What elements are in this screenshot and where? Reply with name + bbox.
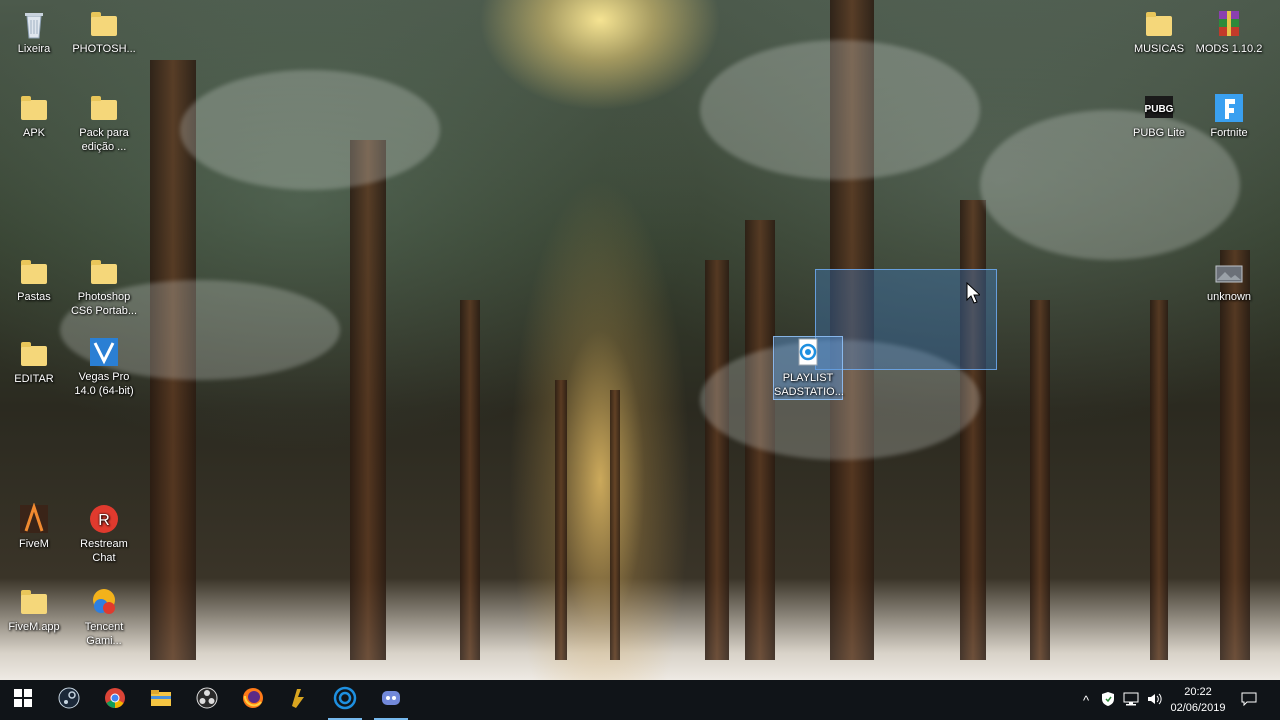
desktop-icon-label: MODS 1.10.2 <box>1195 43 1263 55</box>
svg-text:R: R <box>98 512 110 529</box>
obs-icon <box>195 686 219 715</box>
desktop-icon-pack-para-edicao[interactable]: Pack para edição ... <box>66 92 142 154</box>
desktop-wallpaper <box>0 0 1280 680</box>
desktop-icon-label: EDITAR <box>14 373 54 385</box>
svg-text:PUBG: PUBG <box>1145 104 1174 115</box>
desktop-icon-unknown[interactable]: unknown <box>1191 256 1267 304</box>
action-center-button[interactable] <box>1236 680 1262 720</box>
chrome-icon <box>103 686 127 715</box>
desktop-icon-label: Tencent Gami... <box>84 621 124 647</box>
desktop-icon-label: Pastas <box>17 291 51 303</box>
image-file-icon <box>1213 256 1245 288</box>
taskbar-blitz-button[interactable] <box>276 680 322 720</box>
recycle-bin-icon <box>18 8 50 40</box>
clock-time: 20:22 <box>1184 686 1212 698</box>
shield-icon <box>1101 691 1115 710</box>
desktop-icon-tencent-gaming[interactable]: Tencent Gami... <box>66 586 142 648</box>
desktop-icon-photoshop-folder[interactable]: PHOTOSH... <box>66 8 142 56</box>
playlist-app-icon <box>333 686 357 715</box>
desktop-icon-restream-chat[interactable]: R Restream Chat <box>66 503 142 565</box>
folder-icon <box>18 338 50 370</box>
desktop-icon-label: PLAYLIST SADSTATIO... <box>774 372 844 398</box>
playlist-file-icon <box>792 337 824 369</box>
fivem-icon <box>18 502 50 535</box>
taskbar-discord-button[interactable] <box>368 680 414 720</box>
steam-icon <box>57 686 81 715</box>
taskbar-obs-button[interactable] <box>184 680 230 720</box>
tray-overflow-chevron[interactable]: ^ <box>1076 680 1096 720</box>
desktop-icon-label: PHOTOSH... <box>72 43 136 55</box>
taskbar-firefox-button[interactable] <box>230 680 276 720</box>
vegas-pro-icon <box>88 336 120 368</box>
desktop-icon-mods[interactable]: MODS 1.10.2 <box>1191 8 1267 56</box>
file-explorer-icon <box>149 686 173 715</box>
pubg-lite-icon: PUBG <box>1143 92 1175 124</box>
desktop-icon-pubg-lite[interactable]: PUBG PUBG Lite <box>1121 92 1197 140</box>
desktop-icon-label: MUSICAS <box>1133 43 1185 55</box>
desktop-icon-label: Restream Chat <box>80 538 128 564</box>
desktop-icon-playlist-sadstation[interactable]: PLAYLIST SADSTATIO... <box>773 336 844 400</box>
desktop-icon-apk[interactable]: APK <box>0 92 72 140</box>
folder-icon <box>18 256 50 288</box>
start-button[interactable] <box>0 680 46 720</box>
desktop-icon-lixeira[interactable]: Lixeira <box>0 8 72 56</box>
restream-icon: R <box>88 503 120 535</box>
desktop-icon-label: Vegas Pro 14.0 (64-bit) <box>74 371 134 397</box>
folder-icon <box>88 256 120 288</box>
network-icon <box>1123 692 1139 709</box>
desktop-icon-label: FiveM <box>19 538 49 550</box>
desktop-icon-musicas[interactable]: MUSICAS <box>1121 8 1197 56</box>
taskbar-file-explorer-button[interactable] <box>138 680 184 720</box>
notification-icon <box>1241 692 1257 709</box>
desktop-icon-photoshop-cs6[interactable]: Photoshop CS6 Portab... <box>66 256 142 318</box>
folder-icon <box>88 8 120 40</box>
desktop-icon-fivem-app[interactable]: FiveM.app <box>0 586 72 634</box>
desktop-icon-vegas-pro[interactable]: Vegas Pro 14.0 (64-bit) <box>66 336 142 398</box>
folder-icon <box>88 92 120 124</box>
folder-icon <box>18 92 50 124</box>
folder-icon <box>1143 8 1175 40</box>
tencent-gaming-icon <box>88 586 120 618</box>
folder-icon <box>18 586 50 618</box>
discord-icon <box>379 686 403 715</box>
desktop-icon-pastas[interactable]: Pastas <box>0 256 72 304</box>
desktop-icon-label: FiveM.app <box>8 621 60 633</box>
fortnite-icon <box>1213 92 1245 124</box>
taskbar-playlist-app-button[interactable] <box>322 680 368 720</box>
taskbar: ^ 20:22 02/06/2019 <box>0 680 1280 720</box>
desktop-icon-editar[interactable]: EDITAR <box>0 338 72 386</box>
blitz-icon <box>287 686 311 715</box>
desktop-icon-label: Fortnite <box>1210 127 1248 139</box>
desktop-icon-label: Photoshop CS6 Portab... <box>70 291 138 317</box>
taskbar-steam-button[interactable] <box>46 680 92 720</box>
firefox-icon <box>241 686 265 715</box>
desktop-icon-fivem[interactable]: FiveM <box>0 502 72 551</box>
windows-start-icon <box>14 688 32 712</box>
mouse-pointer-icon <box>966 281 982 309</box>
desktop-icon-label: Lixeira <box>17 43 51 55</box>
winrar-archive-icon <box>1213 8 1245 40</box>
taskbar-clock[interactable]: 20:22 02/06/2019 <box>1160 684 1236 716</box>
desktop-icon-label: APK <box>22 127 45 139</box>
desktop-icon-label: unknown <box>1206 291 1252 303</box>
desktop-icon-label: Pack para edição ... <box>79 127 129 153</box>
clock-date: 02/06/2019 <box>1170 702 1226 714</box>
chevron-up-icon: ^ <box>1082 692 1090 708</box>
desktop-icon-fortnite[interactable]: Fortnite <box>1191 92 1267 140</box>
taskbar-chrome-button[interactable] <box>92 680 138 720</box>
tray-defender-button[interactable] <box>1098 680 1118 720</box>
desktop-icon-label: PUBG Lite <box>1133 127 1185 139</box>
tray-network-button[interactable] <box>1120 680 1142 720</box>
